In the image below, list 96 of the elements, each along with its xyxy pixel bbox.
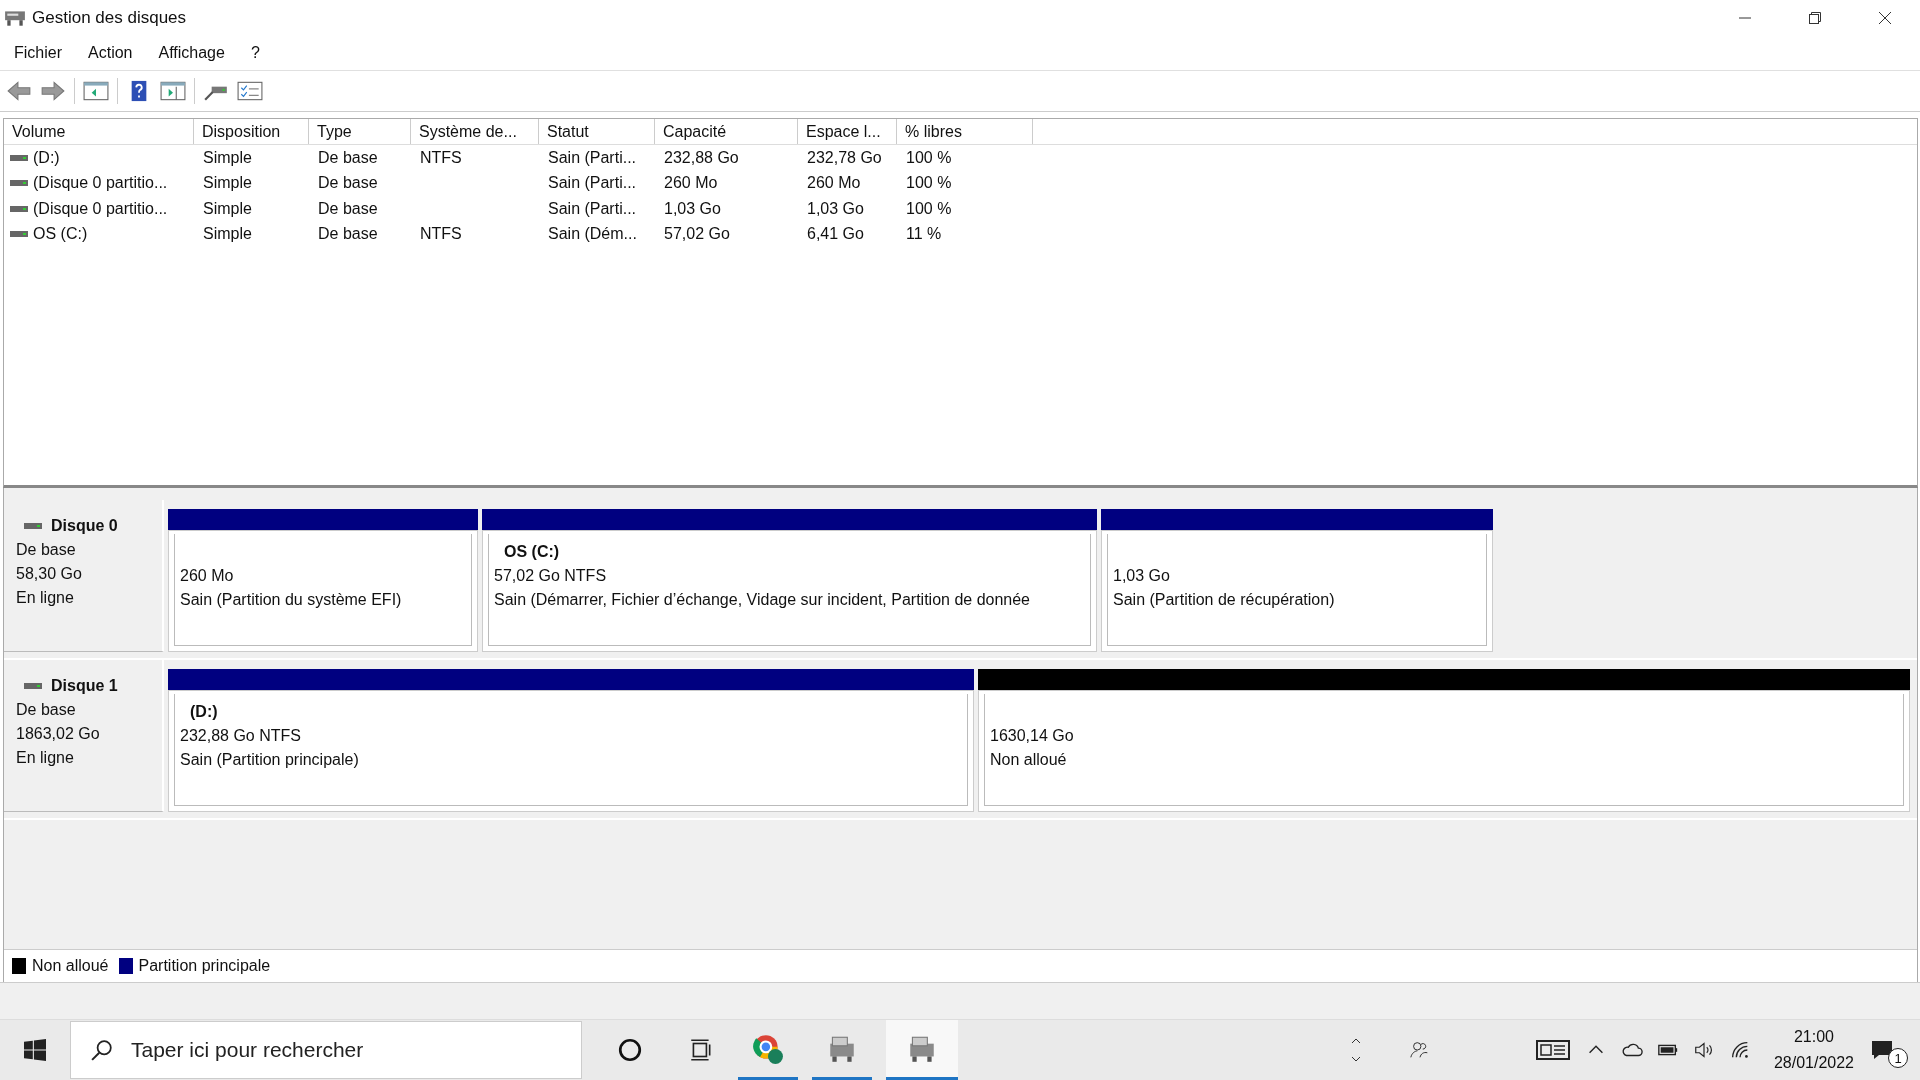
legend-label: Non alloué xyxy=(32,957,109,975)
partition-status: Sain (Partition principale) xyxy=(180,750,360,770)
disk-management-icon xyxy=(4,9,26,27)
disk-state: En ligne xyxy=(16,588,75,608)
partition-size: 232,88 Go NTFS xyxy=(180,726,302,746)
notification-count-badge: 1 xyxy=(1888,1048,1908,1068)
notification-icon[interactable] xyxy=(1870,1038,1894,1062)
partition-block[interactable]: 1,03 Go Sain (Partition de récupération) xyxy=(1101,530,1493,652)
partition-size: 1630,14 Go xyxy=(990,726,1075,746)
table-cell: 232,88 Go xyxy=(664,148,739,167)
checklist-icon[interactable] xyxy=(237,80,263,102)
column-header[interactable]: Statut xyxy=(539,119,655,144)
menu-item[interactable]: ? xyxy=(238,40,272,66)
table-cell: 100 % xyxy=(906,148,952,167)
windows-start-icon[interactable] xyxy=(24,1039,46,1061)
table-cell: 11 % xyxy=(906,225,942,244)
table-cell: 1,03 Go xyxy=(807,199,864,218)
table-cell: Sain (Dém... xyxy=(548,225,637,244)
close-icon[interactable] xyxy=(1878,11,1892,25)
disk-state: En ligne xyxy=(16,748,75,768)
back-arrow-icon[interactable] xyxy=(6,80,32,102)
speaker-icon[interactable] xyxy=(1692,1039,1715,1061)
window-title: Gestion des disques xyxy=(32,8,187,28)
disk-name: Disque 1 xyxy=(51,676,118,696)
partition-size: 1,03 Go xyxy=(1113,566,1171,586)
table-cell: 57,02 Go xyxy=(664,225,730,244)
drive-icon xyxy=(24,682,42,690)
legend-label: Partition principale xyxy=(138,957,271,975)
table-cell: Simple xyxy=(203,148,252,167)
drive-icon xyxy=(24,522,42,530)
menu-item[interactable]: Affichage xyxy=(146,40,237,66)
disk-size: 1863,02 Go xyxy=(16,724,101,744)
cortana-circle-icon[interactable] xyxy=(617,1037,643,1063)
disk-type: De base xyxy=(16,700,77,720)
search-field[interactable]: Taper ici pour rechercher xyxy=(70,1021,582,1079)
table-cell: De base xyxy=(318,199,378,218)
menu-item[interactable]: Action xyxy=(76,40,145,66)
table-cell: De base xyxy=(318,174,378,193)
column-header[interactable]: % libres xyxy=(897,119,1033,144)
partition-size: 260 Mo xyxy=(180,566,235,586)
table-cell: 100 % xyxy=(906,199,952,218)
table-cell: (Disque 0 partitio... xyxy=(33,174,168,193)
column-header[interactable]: Espace l... xyxy=(798,119,897,144)
column-header[interactable]: Capacité xyxy=(655,119,798,144)
drive-icon xyxy=(10,204,28,213)
partition-status: Sain (Partition de récupération) xyxy=(1113,590,1336,610)
column-header[interactable]: Volume xyxy=(4,119,194,144)
table-cell: De base xyxy=(318,225,378,244)
restore-icon[interactable] xyxy=(1808,11,1822,25)
column-header[interactable]: Type xyxy=(309,119,411,144)
drive-icon xyxy=(10,230,28,239)
partition-block[interactable]: 260 Mo Sain (Partition du système EFI) xyxy=(168,530,478,652)
table-cell: 100 % xyxy=(906,174,952,193)
table-cell: Sain (Parti... xyxy=(548,199,637,218)
table-cell: 260 Mo xyxy=(807,174,861,193)
table-cell: (D:) xyxy=(33,148,60,167)
taskbar-app-button[interactable] xyxy=(886,1020,958,1080)
disk-size: 58,30 Go xyxy=(16,564,83,584)
table-cell: (Disque 0 partitio... xyxy=(33,199,168,218)
partition-block[interactable]: OS (C:) 57,02 Go NTFS Sain (Démarrer, Fichier d’échange, Vidage sur incident, Partition de donnée xyxy=(482,530,1097,652)
table-cell: 232,78 Go xyxy=(807,148,882,167)
partition-status: Sain (Démarrer, Fichier d’échange, Vidage sur incident, Partition de donnée xyxy=(494,590,1031,610)
search-icon xyxy=(91,1039,113,1061)
menu-item[interactable]: Fichier xyxy=(2,40,74,66)
table-cell: 6,41 Go xyxy=(807,225,864,244)
column-header[interactable]: Disposition xyxy=(194,119,309,144)
disk-type: De base xyxy=(16,540,77,560)
partition-title: (D:) xyxy=(189,702,219,722)
partition-status: Sain (Partition du système EFI) xyxy=(180,590,403,610)
partition-title: OS (C:) xyxy=(503,542,561,562)
console-tree-icon[interactable] xyxy=(83,80,109,102)
drive-icon xyxy=(10,179,28,188)
table-cell: 1,03 Go xyxy=(664,199,721,218)
partition-block[interactable]: 1630,14 Go Non alloué xyxy=(978,690,1910,812)
table-cell: Simple xyxy=(203,199,252,218)
drive-icon xyxy=(10,153,28,162)
partition-status: Non alloué xyxy=(990,750,1068,770)
partition-size: 57,02 Go NTFS xyxy=(494,566,608,586)
table-cell: 260 Mo xyxy=(664,174,718,193)
column-header[interactable]: Système de... xyxy=(411,119,539,144)
browser-icon xyxy=(752,1032,784,1065)
table-cell: De base xyxy=(318,148,378,167)
table-cell: Simple xyxy=(203,174,252,193)
table-cell: NTFS xyxy=(420,148,462,167)
table-cell: Sain (Parti... xyxy=(548,148,637,167)
news-icon[interactable] xyxy=(1534,1038,1571,1062)
table-cell: Sain (Parti... xyxy=(548,174,637,193)
clock-time[interactable]: 21:00 xyxy=(1793,1024,1834,1050)
table-cell: OS (C:) xyxy=(33,225,88,244)
disk-name: Disque 0 xyxy=(51,516,118,536)
partition-block[interactable]: (D:) 232,88 Go NTFS Sain (Partition principale) xyxy=(168,690,974,812)
table-cell: NTFS xyxy=(420,225,462,244)
clock-date[interactable]: 28/01/2022 xyxy=(1773,1050,1854,1076)
table-cell: Simple xyxy=(203,225,252,244)
forward-arrow-icon[interactable] xyxy=(40,80,66,102)
action-pane-icon[interactable] xyxy=(160,80,186,102)
